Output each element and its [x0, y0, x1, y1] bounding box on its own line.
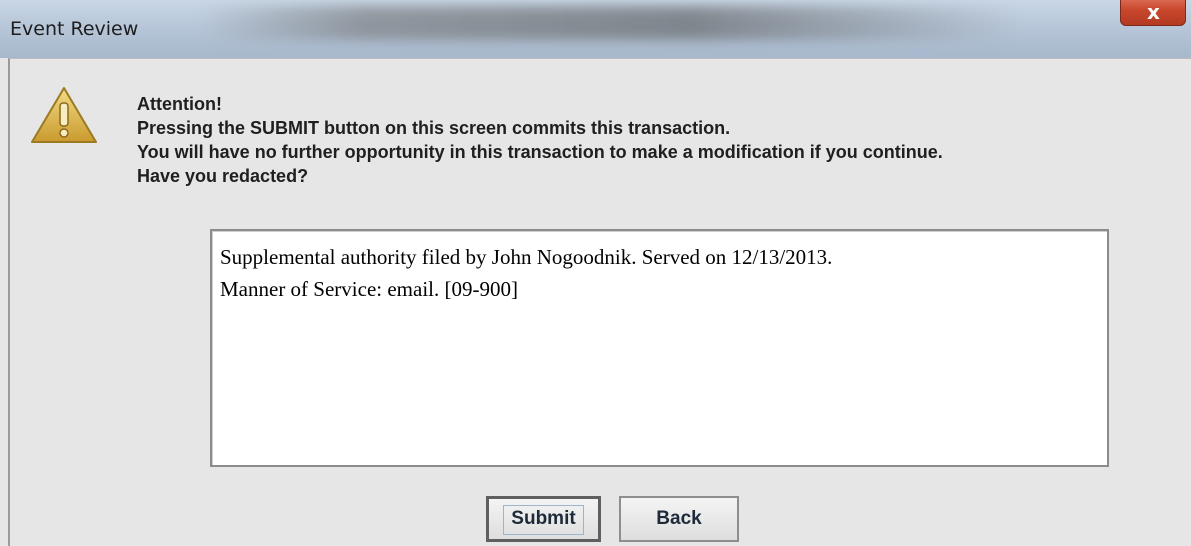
close-icon: x	[1147, 0, 1160, 24]
docket-text-line: Manner of Service: email. [09-900]	[220, 277, 518, 301]
submit-button[interactable]: Submit	[486, 496, 601, 542]
message-question: Have you redacted?	[137, 166, 309, 186]
docket-text-line: Supplemental authority filed by John Nog…	[220, 245, 833, 269]
message-line: Pressing the SUBMIT button on this scree…	[137, 118, 731, 138]
message-line: You will have no further opportunity in …	[137, 142, 943, 162]
window-title: Event Review	[10, 18, 139, 40]
warning-icon	[31, 87, 97, 143]
back-button[interactable]: Back	[619, 496, 739, 542]
message-heading: Attention!	[137, 94, 222, 114]
back-button-label: Back	[656, 508, 702, 529]
event-review-window: Event Review x Attention! Pressing the S…	[0, 0, 1191, 546]
attention-message: Attention! Pressing the SUBMIT button on…	[137, 92, 943, 188]
title-bar-blur	[200, 6, 1020, 40]
title-bar[interactable]: Event Review x	[0, 0, 1191, 58]
submit-button-label: Submit	[511, 508, 576, 529]
close-button[interactable]: x	[1120, 0, 1186, 26]
docket-text-area[interactable]: Supplemental authority filed by John Nog…	[210, 229, 1109, 467]
